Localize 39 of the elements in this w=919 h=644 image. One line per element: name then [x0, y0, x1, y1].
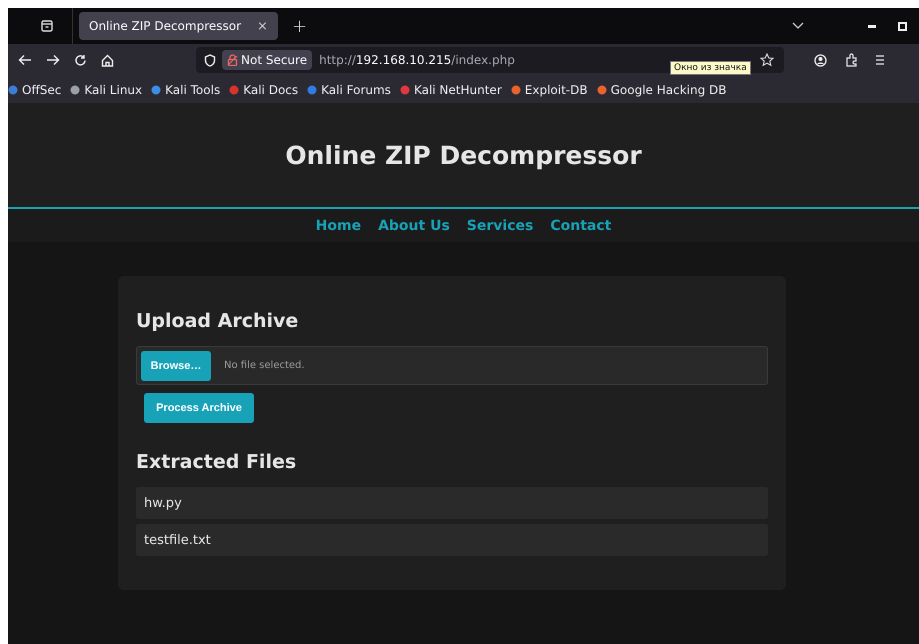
- bookmark[interactable]: OffSec: [8, 82, 62, 96]
- account-icon[interactable]: [814, 54, 827, 66]
- reload-icon[interactable]: [74, 54, 87, 66]
- site-title: Online ZIP Decompressor: [285, 140, 642, 170]
- file-item: hw.py: [136, 487, 768, 519]
- bookmark[interactable]: Google Hacking DB: [596, 82, 726, 96]
- bookmark[interactable]: Exploit-DB: [510, 82, 588, 96]
- broken-lock-icon: [227, 54, 238, 66]
- tooltip: Окно из значка: [670, 61, 751, 75]
- security-indicator[interactable]: Not Secure: [222, 50, 312, 70]
- star-icon[interactable]: [760, 53, 774, 67]
- shield-icon[interactable]: [204, 54, 216, 66]
- nav-link[interactable]: About Us: [378, 218, 450, 234]
- menu-icon[interactable]: [876, 54, 884, 66]
- bookmark[interactable]: Kali NetHunter: [400, 82, 502, 96]
- extensions-icon[interactable]: [845, 53, 858, 67]
- section-heading: Upload Archive: [136, 310, 300, 332]
- nav-link[interactable]: Contact: [550, 218, 612, 234]
- nav-link[interactable]: Home: [316, 218, 362, 234]
- nav-link[interactable]: Services: [466, 218, 534, 234]
- url-text[interactable]: http://192.168.10.215/index.php: [319, 53, 515, 67]
- file-status: No file selected.: [224, 360, 305, 371]
- new-tab-button[interactable]: +: [292, 16, 308, 36]
- minimize-icon[interactable]: [868, 24, 876, 28]
- file-input[interactable]: Browse… No file selected.: [136, 346, 768, 385]
- section-heading: Extracted Files: [136, 451, 298, 473]
- bookmark[interactable]: Kali Tools: [151, 82, 220, 96]
- bookmark[interactable]: Kali Docs: [229, 82, 298, 96]
- maximize-icon[interactable]: [898, 22, 907, 30]
- close-tab-button[interactable]: ×: [257, 18, 268, 34]
- browser-tab[interactable]: Online ZIP Decompressor ×: [79, 12, 278, 40]
- bookmark[interactable]: Kali Forums: [307, 82, 391, 96]
- tab-list-icon[interactable]: [40, 19, 54, 33]
- home-icon[interactable]: [101, 54, 114, 66]
- forward-icon[interactable]: [46, 54, 60, 66]
- back-icon[interactable]: [18, 54, 32, 66]
- file-item: testfile.txt: [136, 524, 768, 556]
- bookmark[interactable]: Kali Linux: [70, 82, 142, 96]
- chevron-down-icon[interactable]: [792, 22, 804, 30]
